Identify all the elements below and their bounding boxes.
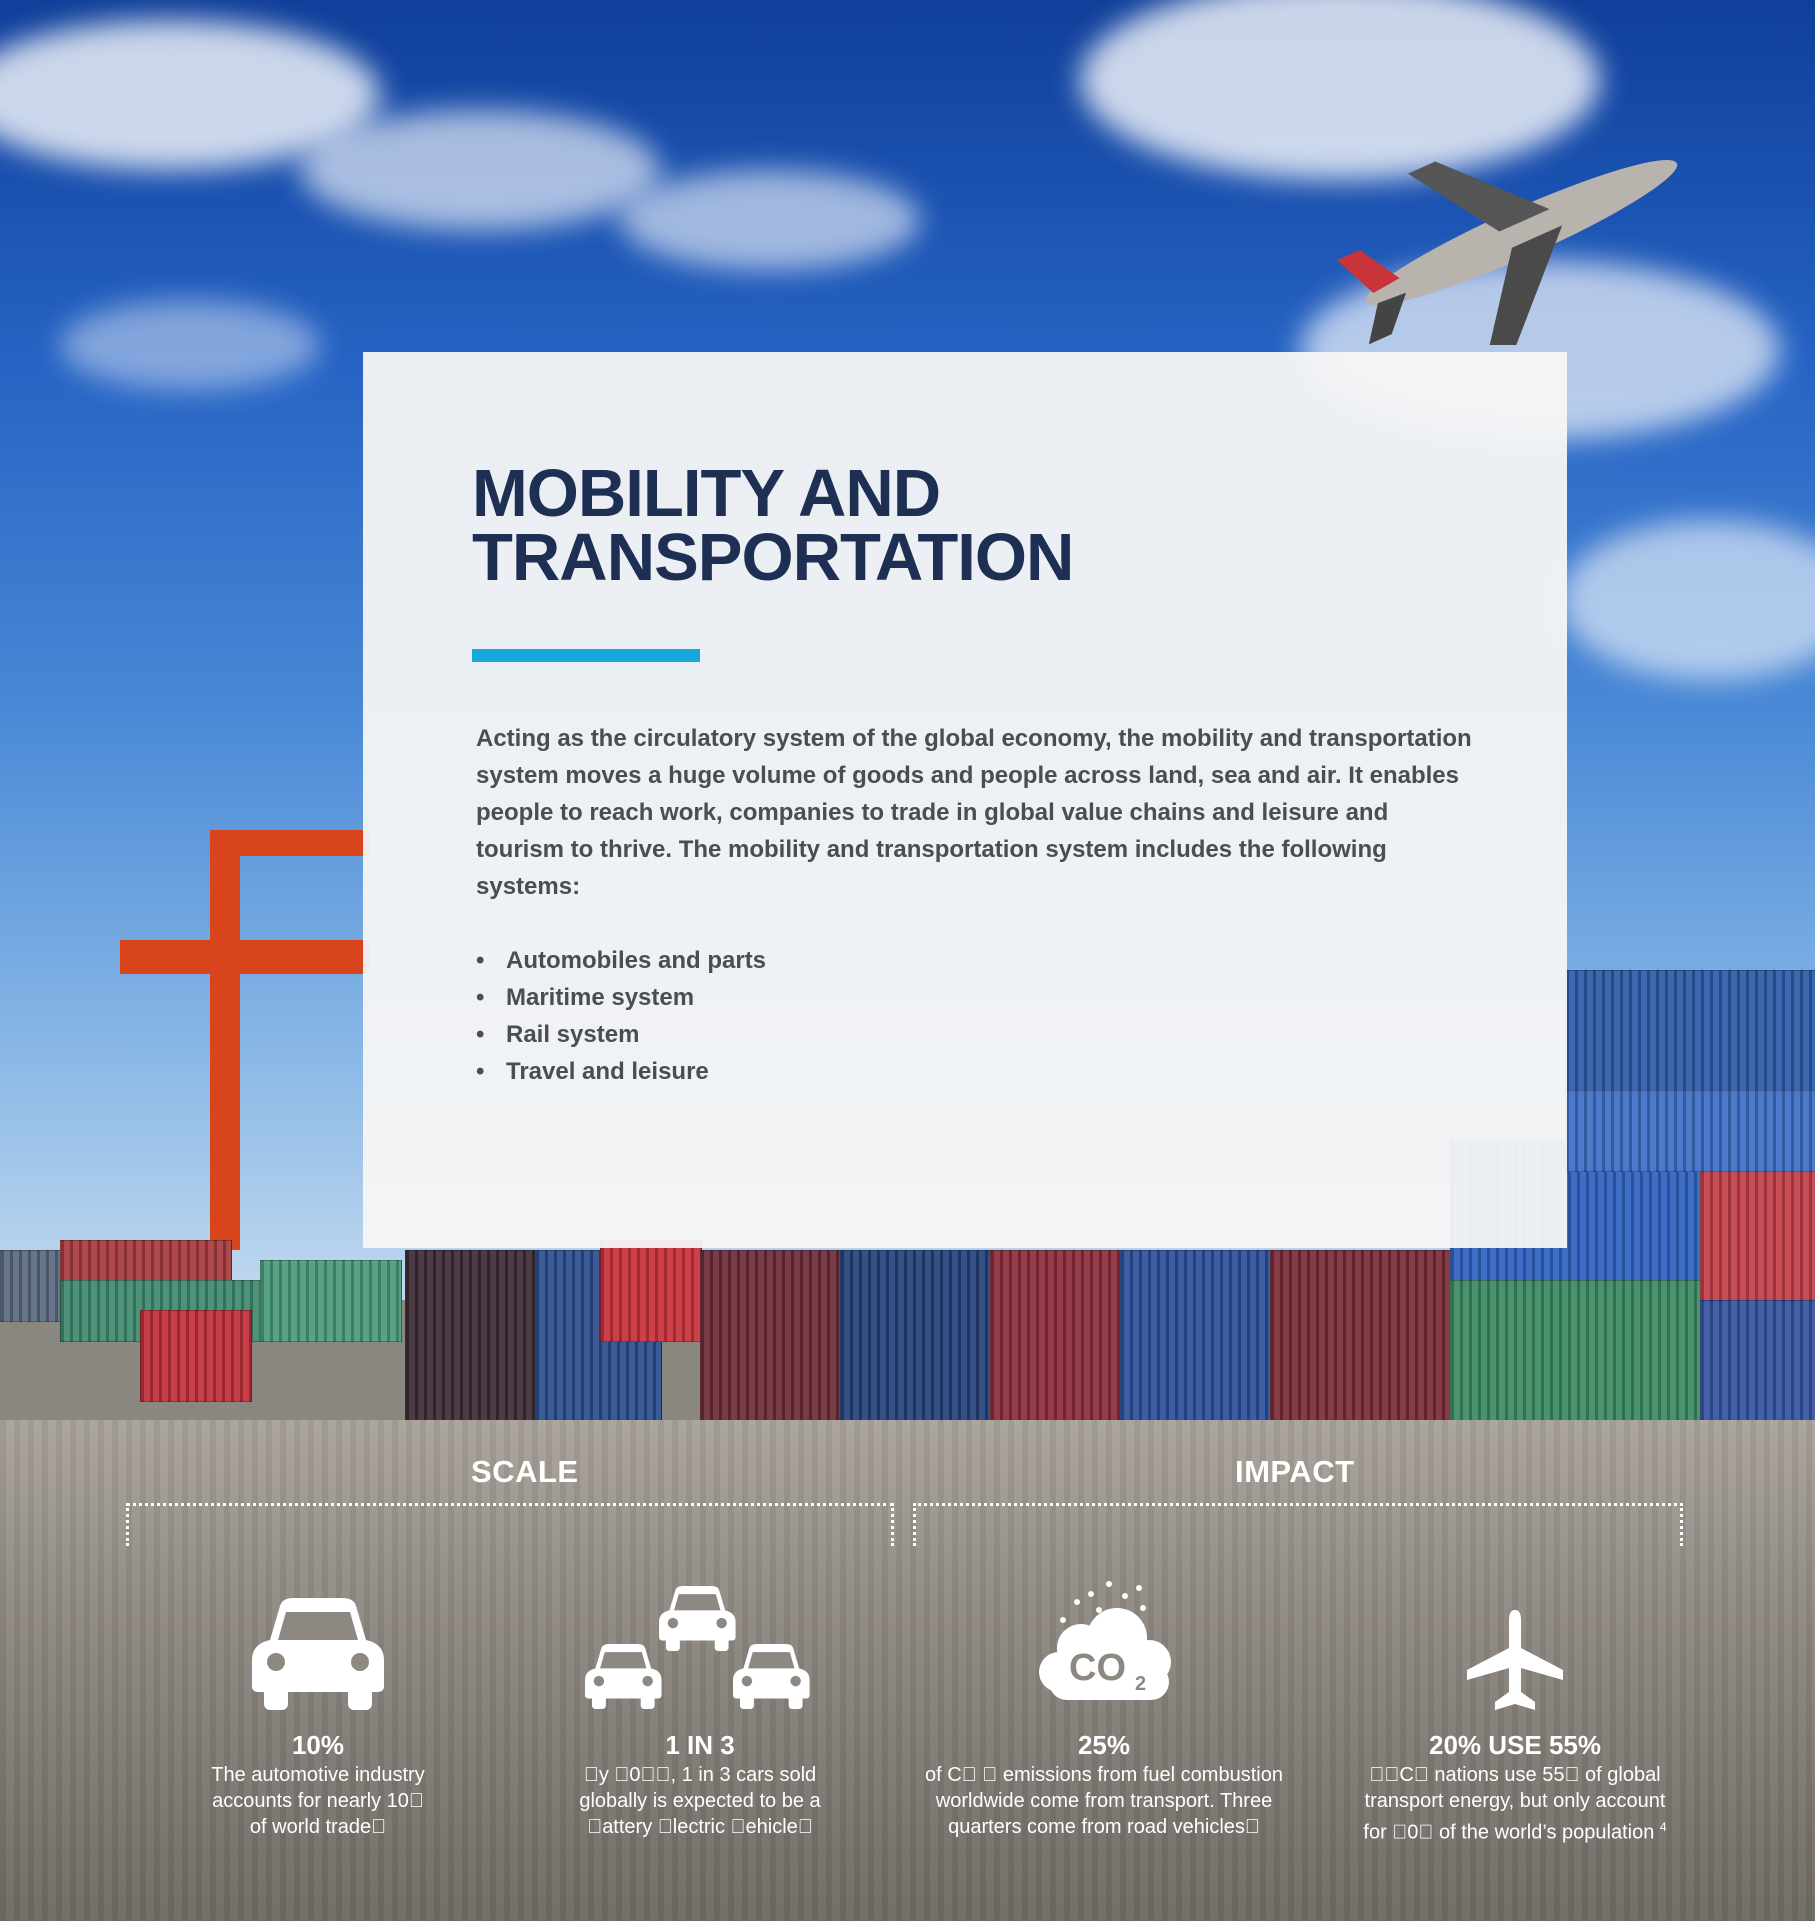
impact-heading: IMPACT: [1235, 1454, 1355, 1489]
title-line-2: TRANSPORTATION: [472, 520, 1074, 595]
cloud: [620, 170, 920, 270]
crane: [120, 940, 370, 974]
scale-heading: SCALE: [471, 1454, 579, 1489]
footnote-marker: 4: [1659, 1820, 1667, 1834]
scale-bracket: [126, 1503, 894, 1546]
svg-text:CO: CO: [1069, 1647, 1126, 1689]
car-icon: [252, 1598, 384, 1710]
stat-value: 10%: [291, 1730, 345, 1760]
systems-list: Automobiles and parts Maritime system Ra…: [476, 942, 766, 1090]
three-cars-icon: [585, 1586, 810, 1709]
airplane-photo: [1336, 159, 1678, 345]
content-panel: MOBILITY AND TRANSPORTATION Acting as th…: [363, 352, 1567, 1248]
airplane-icon: [1467, 1610, 1563, 1710]
crane: [210, 830, 370, 856]
stat-description: of C    emissions from fuel combustion w…: [925, 1764, 1283, 1838]
crane: [210, 830, 240, 1250]
list-item: Maritime system: [476, 979, 766, 1016]
list-item: Travel and leisure: [476, 1053, 766, 1090]
stat-value: 20% USE 55%: [1429, 1730, 1601, 1760]
stat-battery-electric: 1 IN 3  y  0  , 1 in 3 cars sold globall…: [520, 1570, 880, 1840]
cloud: [60, 300, 320, 390]
list-item: Automobiles and parts: [476, 942, 766, 979]
co2-cloud-icon: CO 2: [1039, 1581, 1171, 1700]
stat-description:   C  nations use 55  of global transport…: [1363, 1764, 1667, 1844]
stat-value: 25%: [1077, 1730, 1131, 1760]
stat-value: 1 IN 3: [665, 1730, 735, 1760]
cloud: [300, 110, 660, 230]
list-item: Rail system: [476, 1016, 766, 1053]
stat-transport-energy: 20% USE 55%   C  nations use 55  of glob…: [1328, 1570, 1702, 1846]
impact-bracket: [913, 1503, 1683, 1546]
stat-description: The automotive industry accounts for nea…: [211, 1764, 425, 1838]
svg-text:2: 2: [1135, 1673, 1146, 1695]
page-title: MOBILITY AND TRANSPORTATION: [472, 460, 1074, 591]
stat-description:  y  0  , 1 in 3 cars sold globally is ex…: [579, 1764, 821, 1838]
stat-co2-emissions: CO 2 25% of C    emissions from fuel com…: [904, 1570, 1304, 1840]
accent-rule: [472, 649, 700, 662]
intro-paragraph: Acting as the circulatory system of the …: [476, 725, 1472, 900]
stat-automotive: 10% The automotive industry accounts for…: [138, 1570, 498, 1840]
